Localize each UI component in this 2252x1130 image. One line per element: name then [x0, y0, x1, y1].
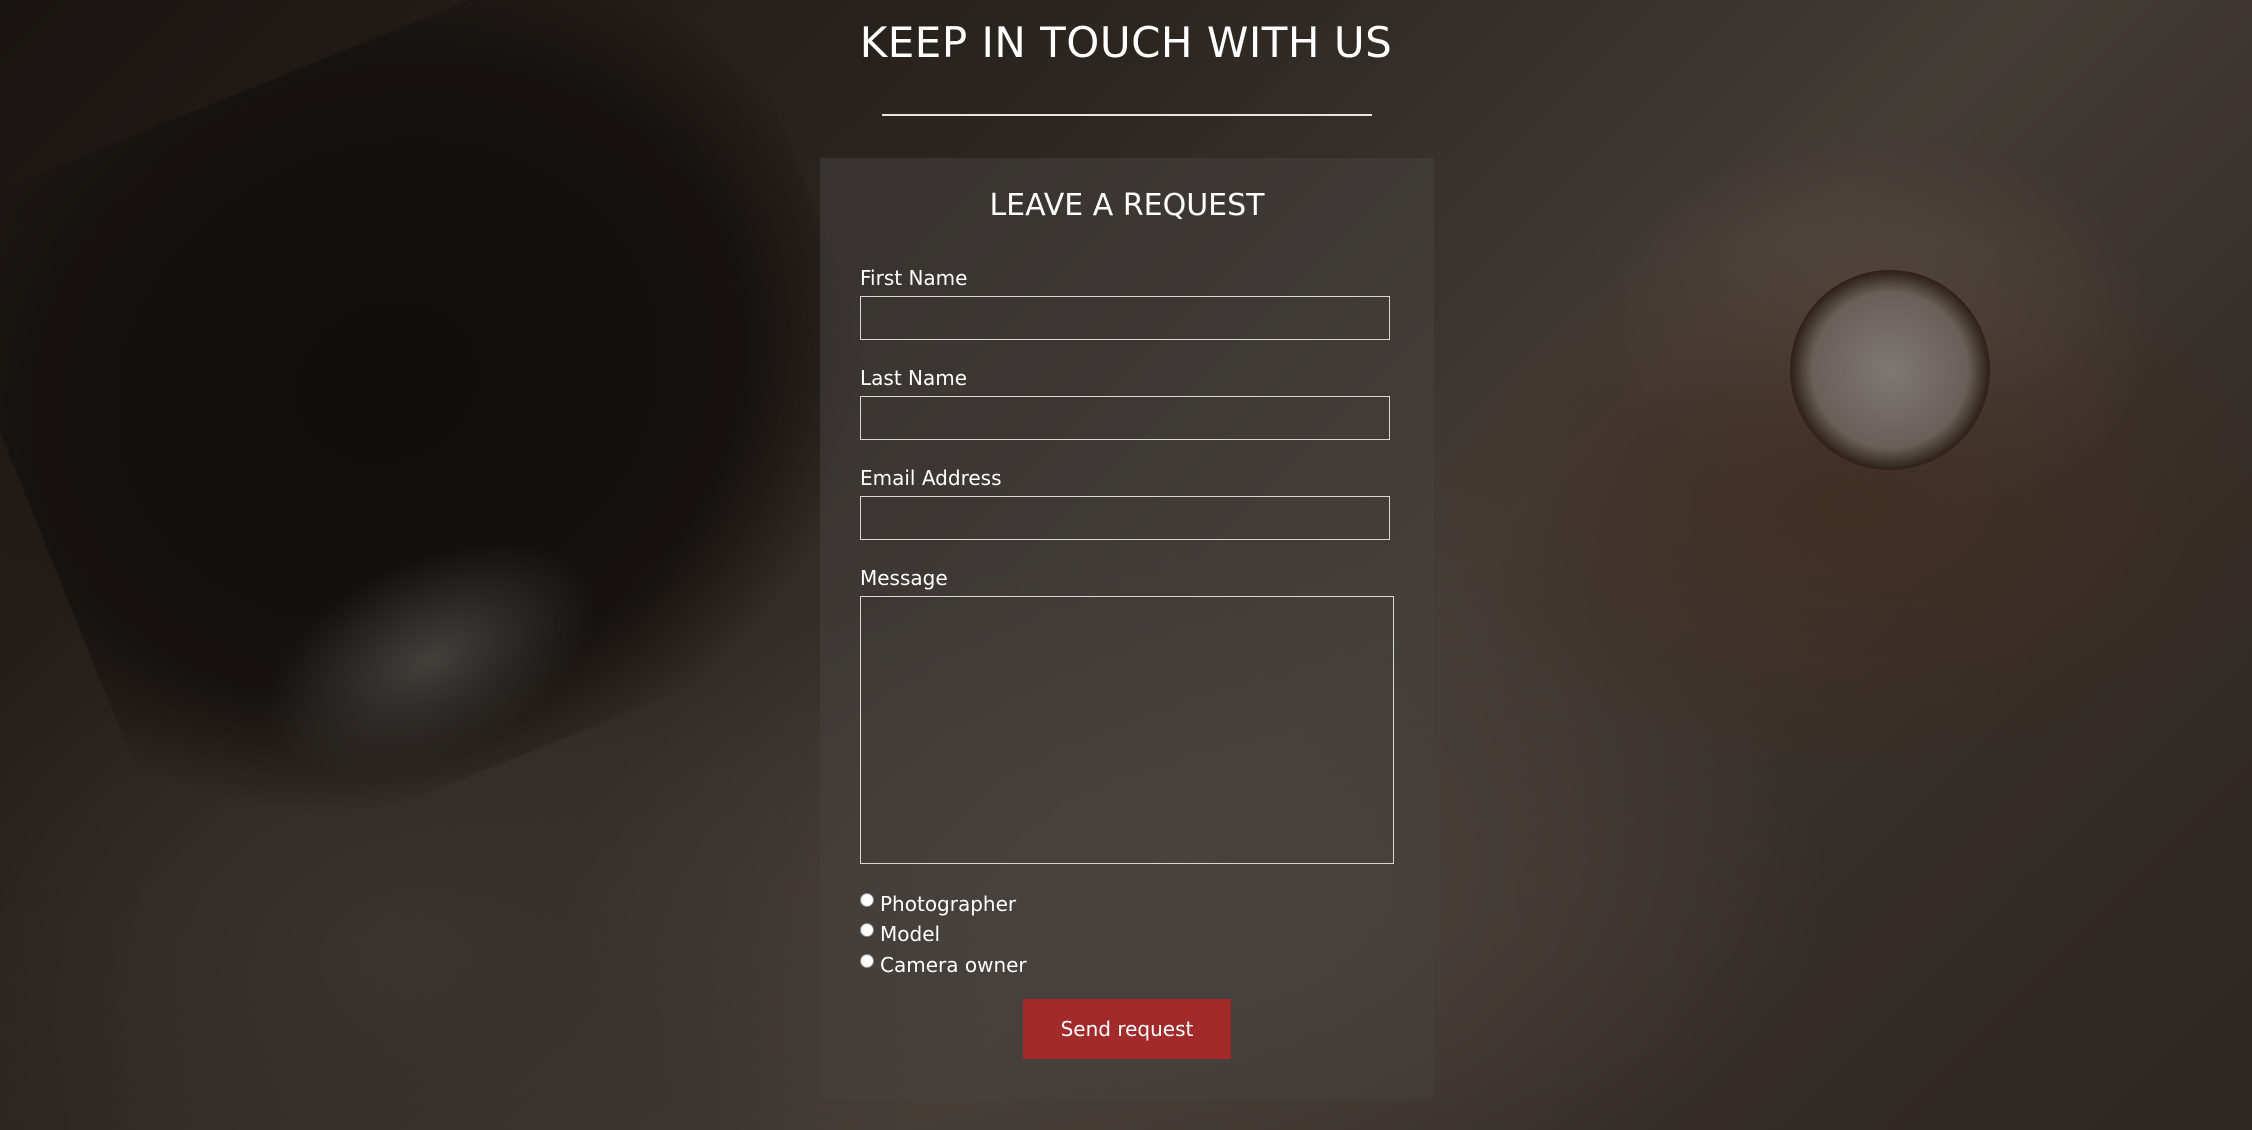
form-title: LEAVE A REQUEST [989, 188, 1265, 223]
role-option-model[interactable]: Model [860, 922, 940, 946]
heading-divider [882, 114, 1372, 116]
request-form: LEAVE A REQUEST First Name Last Name Ema… [820, 158, 1434, 1099]
photographer-label: Photographer [880, 892, 1017, 916]
first-name-input[interactable] [860, 296, 1390, 340]
email-label: Email Address [860, 466, 1002, 490]
photographer-radio[interactable] [860, 893, 874, 907]
send-request-button[interactable]: Send request [1023, 999, 1231, 1059]
last-name-input[interactable] [860, 396, 1390, 440]
camera-owner-label: Camera owner [880, 953, 1027, 977]
role-option-photographer[interactable]: Photographer [860, 892, 1016, 916]
page: KEEP IN TOUCH WITH US LEAVE A REQUEST Fi… [0, 0, 2252, 1130]
role-option-camera-owner[interactable]: Camera owner [860, 953, 1027, 977]
model-radio[interactable] [860, 923, 874, 937]
camera-owner-radio[interactable] [860, 954, 874, 968]
last-name-label: Last Name [860, 366, 968, 390]
first-name-label: First Name [860, 266, 968, 290]
message-textarea[interactable] [860, 596, 1394, 864]
model-label: Model [880, 922, 941, 946]
email-input[interactable] [860, 496, 1390, 540]
page-heading: KEEP IN TOUCH WITH US [859, 18, 1393, 67]
message-label: Message [860, 566, 948, 590]
